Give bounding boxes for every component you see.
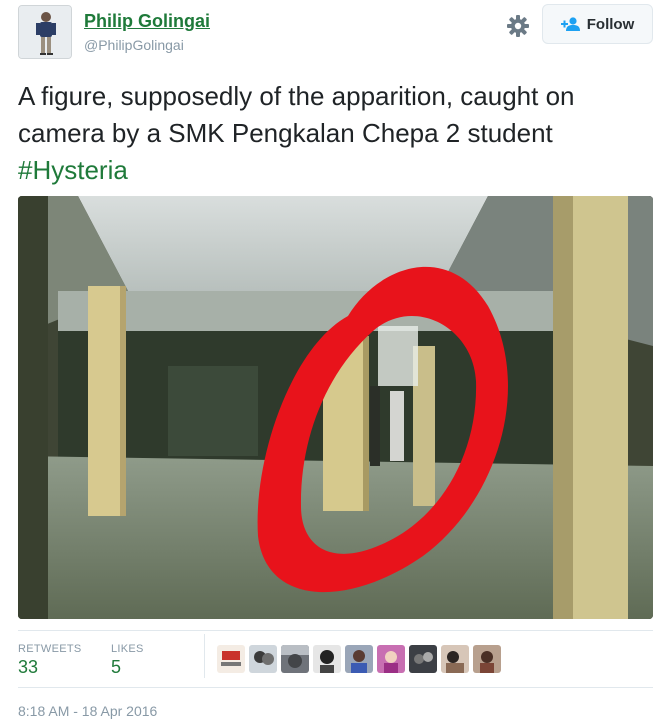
liker-avatar-7[interactable] xyxy=(409,645,437,673)
liker-avatar-1[interactable] xyxy=(217,645,245,673)
retweets-label: RETWEETS xyxy=(18,643,82,655)
tweet-body: A figure, supposedly of the apparition, … xyxy=(18,81,575,148)
stats-divider xyxy=(204,634,205,678)
gear-icon[interactable] xyxy=(505,13,531,39)
likes-label: LIKES xyxy=(111,643,144,655)
liker-avatar-5[interactable] xyxy=(345,645,373,673)
user-handle: @PhilipGolingai xyxy=(84,37,184,53)
liker-avatar-2[interactable] xyxy=(249,645,277,673)
hashtag-link[interactable]: #Hysteria xyxy=(18,155,128,185)
avatar-photo xyxy=(19,6,71,58)
corridor-photo xyxy=(18,196,653,619)
follow-button[interactable]: Follow xyxy=(542,4,653,44)
liker-avatar-9[interactable] xyxy=(473,645,501,673)
stats-bottom-divider xyxy=(18,687,653,688)
tweet-text: A figure, supposedly of the apparition, … xyxy=(18,78,643,189)
liker-avatar-6[interactable] xyxy=(377,645,405,673)
tweet-photo[interactable] xyxy=(18,196,653,619)
retweets-count[interactable]: 33 xyxy=(18,657,38,678)
liker-avatar-8[interactable] xyxy=(441,645,469,673)
add-user-icon xyxy=(560,17,580,31)
likers-avatars xyxy=(217,645,501,673)
follow-label: Follow xyxy=(586,15,635,33)
liker-avatar-3[interactable] xyxy=(281,645,309,673)
liker-avatar-4[interactable] xyxy=(313,645,341,673)
display-name[interactable]: Philip Golingai xyxy=(84,11,210,32)
likes-count[interactable]: 5 xyxy=(111,657,121,678)
tweet-timestamp[interactable]: 8:18 AM - 18 Apr 2016 xyxy=(18,703,157,719)
avatar[interactable] xyxy=(18,5,72,59)
stats-top-divider xyxy=(18,630,653,631)
